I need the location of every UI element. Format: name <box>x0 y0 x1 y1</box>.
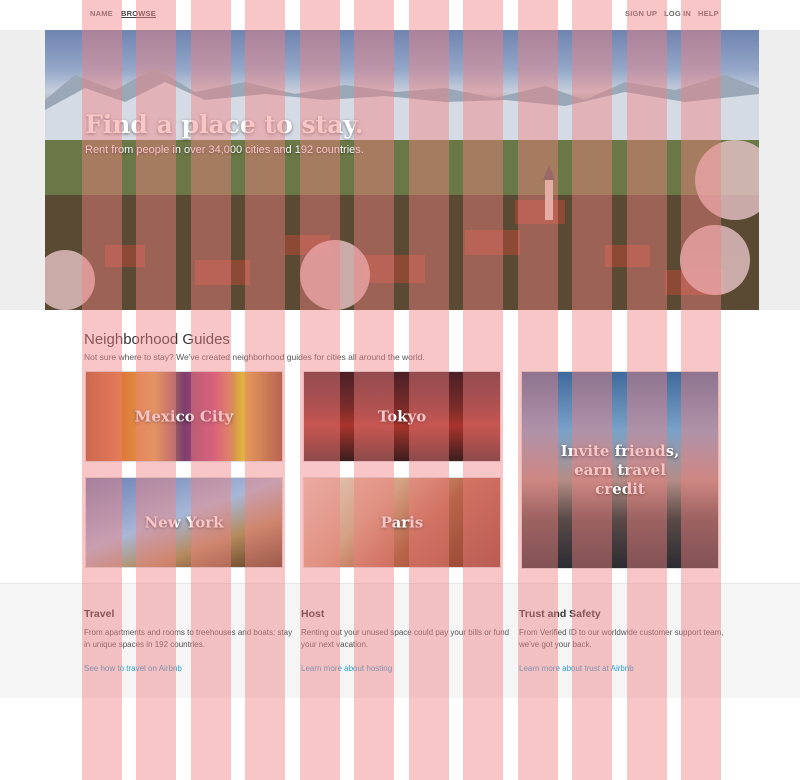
guide-tile-paris[interactable]: Paris <box>303 477 501 568</box>
guide-tile-label: Tokyo <box>377 407 427 426</box>
nav-log-in-link[interactable]: LOG IN <box>664 9 691 18</box>
travel-link[interactable]: See how to travel on Airbnb <box>84 664 182 673</box>
guide-tile-label: Mexico City <box>134 407 234 426</box>
info-column-text: Renting out your unused space could pay … <box>301 628 510 649</box>
nav-help-link[interactable]: HELP <box>698 9 719 18</box>
guide-tile-label: New York <box>144 513 224 532</box>
hosting-link[interactable]: Learn more about hosting <box>301 664 392 673</box>
info-column-text: From apartments and rooms to treehouses … <box>84 628 293 649</box>
hero-subtitle: Rent from people in over 34,000 cities a… <box>85 144 364 156</box>
guide-tile-new-york[interactable]: New York <box>85 477 283 568</box>
guide-tile-label: Paris <box>380 513 424 532</box>
guide-tile-mexico-city[interactable]: Mexico City <box>85 371 283 462</box>
info-column-trust: Trust and Safety From Verified ID to our… <box>519 608 729 676</box>
trust-link[interactable]: Learn more about trust at Airbnb <box>519 664 634 673</box>
info-column-travel: Travel From apartments and rooms to tree… <box>84 608 294 676</box>
info-column-title: Trust and Safety <box>519 608 601 620</box>
invite-friends-promo[interactable]: Invite friends, earn travel credit <box>521 371 719 569</box>
guide-tile-tokyo[interactable]: Tokyo <box>303 371 501 462</box>
nav-browse-link[interactable]: BROWSE <box>121 9 156 18</box>
nav-sign-up-link[interactable]: SIGN UP <box>625 9 657 18</box>
top-navigation: NAME BROWSE SIGN UP LOG IN HELP <box>0 0 800 30</box>
hero-banner: Find a place to stay. Rent from people i… <box>45 30 759 310</box>
neighborhood-guides-subtitle: Not sure where to stay? We've created ne… <box>84 352 425 362</box>
hero-title: Find a place to stay. <box>85 110 364 139</box>
neighborhood-guides-title: Neighborhood Guides <box>84 331 230 348</box>
nav-name-link[interactable]: NAME <box>90 9 113 18</box>
info-column-title: Travel <box>84 608 115 620</box>
invite-friends-label: Invite friends, earn travel credit <box>560 441 680 498</box>
info-column-text: From Verified ID to our worldwide custom… <box>519 628 724 649</box>
info-column-host: Host Renting out your unused space could… <box>301 608 511 676</box>
info-column-title: Host <box>301 608 325 620</box>
info-section: Travel From apartments and rooms to tree… <box>0 583 800 698</box>
hero-landscape-illustration <box>45 68 759 310</box>
